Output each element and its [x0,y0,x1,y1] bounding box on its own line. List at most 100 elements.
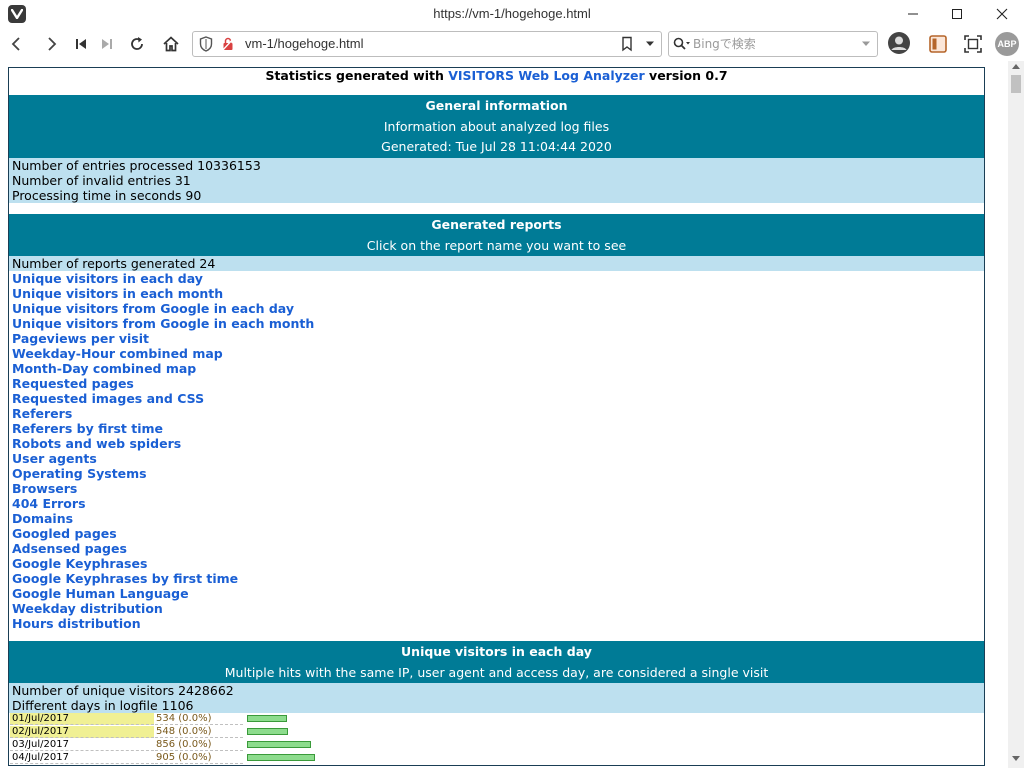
report-link[interactable]: Operating Systems [12,466,981,481]
row-date: 04/Jul/2017 [10,752,154,764]
fast-forward-button[interactable] [94,31,120,57]
general-info-box: Number of entries processed 10336153 Num… [9,158,984,203]
table-row: 02/Jul/2017 548 (0.0%) [10,726,984,739]
report-links-list: Unique visitors in each day Unique visit… [9,271,984,631]
report-link[interactable]: Month-Day combined map [12,361,981,376]
report-link[interactable]: Unique visitors in each day [12,271,981,286]
minimize-icon [908,13,918,15]
table-row: 01/Jul/2017 534 (0.0%) [10,713,984,726]
search-box[interactable] [668,31,878,57]
generated-reports-header: Generated reports Click on the report na… [9,214,984,256]
reports-count-box: Number of reports generated 24 [9,256,984,271]
fast-forward-icon [102,39,112,49]
entries-processed: Number of entries processed 10336153 [12,158,261,173]
report-link[interactable]: Weekday-Hour combined map [12,346,981,361]
report-link[interactable]: Unique visitors from Google in each mont… [12,316,981,331]
report-link[interactable]: Requested pages [12,376,981,391]
scroll-up-arrow-icon[interactable] [1012,63,1020,69]
report-link[interactable]: Referers [12,406,981,421]
row-bar [247,728,288,735]
close-icon [996,8,1008,20]
row-count: 548 (0.0%) [155,726,243,738]
header-prefix: Statistics generated with [265,68,444,83]
different-days-count: Different days in logfile 1106 [12,698,194,713]
back-arrow-icon [11,37,20,51]
scroll-thumb[interactable] [1011,75,1021,93]
section-title: General information [425,98,568,113]
page-viewport: Statistics generated with VISITORS Web L… [0,61,1008,768]
capture-button[interactable] [962,33,984,55]
report-link[interactable]: User agents [12,451,981,466]
scroll-down-arrow-icon[interactable] [1012,756,1020,762]
panel-toggle-button[interactable] [928,34,948,54]
rewind-icon [76,39,86,49]
report-link[interactable]: Weekday distribution [12,601,981,616]
back-button[interactable] [4,31,30,57]
report-link[interactable]: Unique visitors from Google in each day [12,301,981,316]
report-link[interactable]: Robots and web spiders [12,436,981,451]
report-link[interactable]: Browsers [12,481,981,496]
general-info-header: General information Information about an… [9,95,984,158]
browser-window: https://vm-1/hogehoge.html vm-1/hogehoge… [0,0,1024,768]
row-date: 02/Jul/2017 [10,726,154,738]
maximize-icon [952,9,962,19]
reload-icon [131,37,143,50]
search-icon[interactable] [673,37,691,51]
report-link[interactable]: Googled pages [12,526,981,541]
table-row: 04/Jul/2017 905 (0.0%) [10,752,984,765]
user-avatar-icon [888,32,910,54]
navigation-toolbar: vm-1/hogehoge.html ABP [0,28,1024,60]
maximize-button[interactable] [942,3,972,25]
insecure-lock-icon[interactable] [221,36,235,52]
row-count: 905 (0.0%) [155,752,243,764]
row-bar [247,741,311,748]
rewind-button[interactable] [68,31,94,57]
report-link[interactable]: Google Keyphrases [12,556,981,571]
generated-date: Generated: Tue Jul 28 11:04:44 2020 [381,139,612,154]
home-icon [163,36,179,52]
report-link[interactable]: Adsensed pages [12,541,981,556]
close-button[interactable] [987,3,1017,25]
report-link[interactable]: Referers by first time [12,421,981,436]
reload-button[interactable] [124,31,150,57]
row-date: 03/Jul/2017 [10,739,154,751]
forward-button[interactable] [38,31,64,57]
report-link[interactable]: Requested images and CSS [12,391,981,406]
report-link[interactable]: Pageviews per visit [12,331,981,346]
invalid-entries: Number of invalid entries 31 [12,173,191,188]
profile-avatar[interactable] [887,31,911,55]
address-url[interactable]: vm-1/hogehoge.html [245,36,364,51]
report-link[interactable]: Google Human Language [12,586,981,601]
minimize-button[interactable] [898,3,928,25]
unique-visitors-count: Number of unique visitors 2428662 [12,683,234,698]
report-link[interactable]: Unique visitors in each month [12,286,981,301]
address-bar[interactable]: vm-1/hogehoge.html [192,31,662,57]
section-subtitle: Information about analyzed log files [383,119,610,134]
bookmark-icon[interactable] [621,36,633,52]
row-date: 01/Jul/2017 [10,713,154,725]
row-bar [247,754,315,761]
unique-daily-info: Number of unique visitors 2428662 Differ… [9,683,984,713]
home-button[interactable] [158,31,184,57]
table-row: 03/Jul/2017 856 (0.0%) [10,739,984,752]
report-link[interactable]: Domains [12,511,981,526]
search-engine-dropdown-icon[interactable] [861,40,871,48]
unique-daily-header: Unique visitors in each day Multiple hit… [9,641,984,683]
section-subtitle: Multiple hits with the same IP, user age… [224,665,769,680]
section-title: Generated reports [431,217,562,232]
panel-icon [929,35,947,53]
visitors-link[interactable]: VISITORS Web Log Analyzer [448,68,644,83]
shield-icon[interactable] [199,36,213,52]
section-subtitle: Click on the report name you want to see [366,238,627,253]
adblock-button[interactable]: ABP [995,32,1019,56]
header-suffix: version 0.7 [649,68,728,83]
vertical-scrollbar[interactable] [1008,61,1024,768]
search-input[interactable] [693,34,853,54]
report-link[interactable]: 404 Errors [12,496,981,511]
report-link[interactable]: Google Keyphrases by first time [12,571,981,586]
chevron-down-icon[interactable] [645,40,655,48]
report-link[interactable]: Hours distribution [12,616,981,631]
